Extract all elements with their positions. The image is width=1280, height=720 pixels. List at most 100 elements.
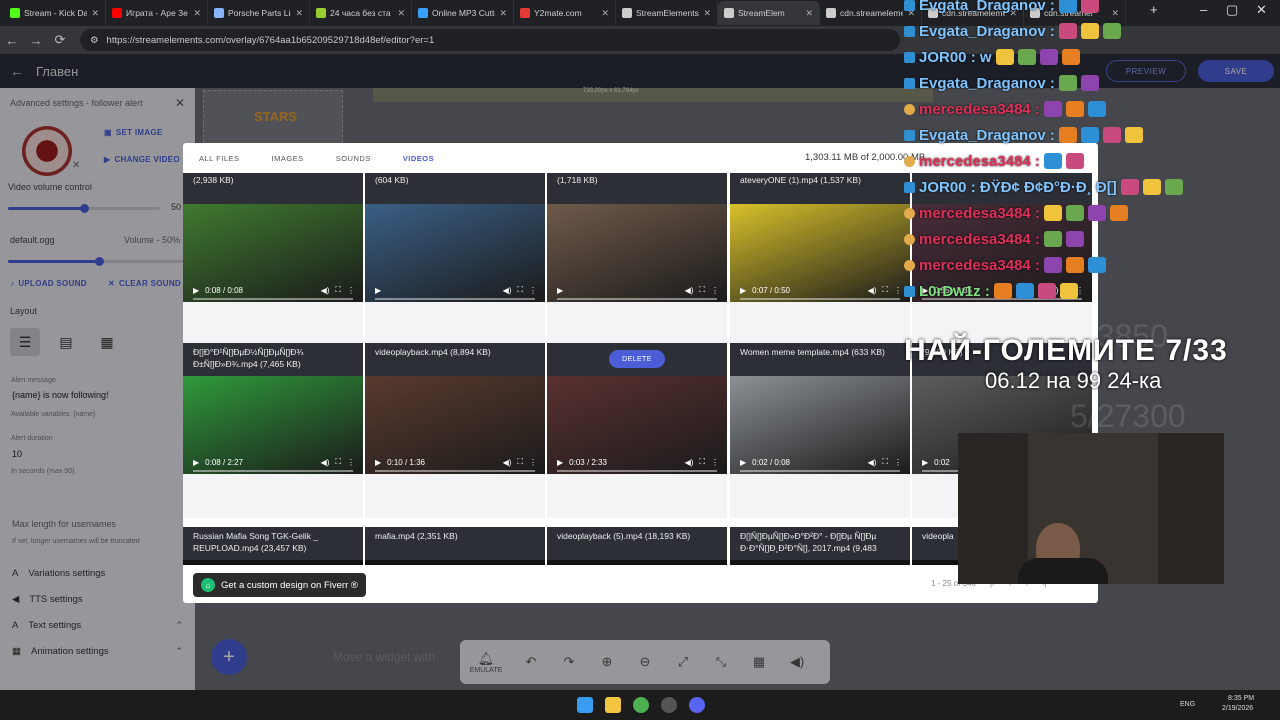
browser-tab[interactable]: Online MP3 Cutte ✕: [412, 1, 514, 25]
video-progress-bar[interactable]: [557, 298, 717, 300]
volume-icon[interactable]: ◀): [685, 286, 694, 295]
video-progress-bar[interactable]: [922, 298, 1082, 300]
file-explorer-icon[interactable]: [605, 697, 621, 713]
video-card[interactable]: Russian Mafia Song TGK-Gelik _ REUPLOAD.…: [183, 527, 363, 565]
browser-tab[interactable]: StreamElem ✕: [718, 1, 820, 25]
browser-tab[interactable]: cdn.streamel ✕: [1024, 1, 1126, 25]
site-info-icon[interactable]: ⚙: [90, 35, 99, 46]
video-thumbnail[interactable]: [730, 560, 910, 565]
language-indicator[interactable]: ENG: [1180, 701, 1195, 708]
video-card[interactable]: (1,718 KB) ▶ ◀) ⛶ ⋮: [547, 173, 727, 346]
play-icon[interactable]: ▶: [375, 458, 381, 467]
close-tab-icon[interactable]: ✕: [397, 8, 405, 19]
video-card[interactable]: Ð[]Ñ[]ÐµÑ[]Ð»Ð°Ð²Ð° - Ð[]Ðµ Ñ[]Ðµ Ð·Ð°Ñ[…: [730, 527, 910, 565]
volume-icon[interactable]: ◀): [868, 286, 877, 295]
video-card[interactable]: Ð[]Ð°Ð¹Ñ[]ÐµÐ½Ñ[]ÐµÑ[]Ð¾ Ð±Ñ[]Ð»Ð¾.mp4 (…: [183, 343, 363, 518]
video-progress-bar[interactable]: [557, 470, 717, 472]
reload-icon[interactable]: ⟳: [48, 32, 72, 48]
more-options-icon[interactable]: ⋮: [894, 286, 902, 295]
volume-icon[interactable]: ◀): [321, 286, 330, 295]
video-card[interactable]: ▶ 0:03 / 2:33 ◀) ⛶ ⋮: [547, 343, 727, 518]
forward-icon[interactable]: →: [24, 33, 48, 48]
discord-icon[interactable]: [689, 697, 705, 713]
close-tab-icon[interactable]: ✕: [499, 8, 507, 19]
maximize-button[interactable]: ▢: [1226, 2, 1238, 18]
tab-images[interactable]: IMAGES: [256, 154, 320, 163]
fullscreen-icon[interactable]: ⛶: [335, 457, 341, 467]
play-icon[interactable]: ▶: [193, 458, 199, 467]
fullscreen-icon[interactable]: ⛶: [517, 457, 523, 467]
browser-tab[interactable]: cdn.streameleme ✕: [922, 1, 1024, 25]
play-icon[interactable]: ▶: [557, 458, 563, 467]
close-tab-icon[interactable]: ✕: [907, 8, 915, 19]
fullscreen-icon[interactable]: ⛶: [699, 285, 705, 295]
clock-time[interactable]: 8:35 PM: [1228, 695, 1254, 702]
browser-tab[interactable]: cdn.streameleme ✕: [820, 1, 922, 25]
video-card[interactable]: videoplayback.mp4 (8,894 KB) ▶ 0:10 / 1:36…: [365, 343, 545, 518]
more-options-icon[interactable]: ⋮: [711, 286, 719, 295]
video-card[interactable]: mafia.mp4 (2,351 KB): [365, 527, 545, 565]
video-progress-bar[interactable]: [193, 470, 353, 472]
close-tab-icon[interactable]: ✕: [295, 8, 303, 19]
browser-tab[interactable]: Stream - Kick Da ✕: [4, 1, 106, 25]
volume-icon[interactable]: ◀): [685, 458, 694, 467]
more-options-icon[interactable]: ⋮: [529, 286, 537, 295]
close-tab-icon[interactable]: ✕: [193, 8, 201, 19]
play-icon[interactable]: ▶: [375, 286, 381, 295]
video-progress-bar[interactable]: [740, 298, 900, 300]
new-tab-button[interactable]: +: [1150, 2, 1158, 17]
video-card[interactable]: ateveryONE (1).mp4 (1,537 KB) ▶ 0:07 / 0:5…: [730, 173, 910, 346]
play-icon[interactable]: ▶: [193, 286, 199, 295]
more-options-icon[interactable]: ⋮: [347, 458, 355, 467]
browser-tab[interactable]: Porsche Parts List ✕: [208, 1, 310, 25]
volume-icon[interactable]: ◀): [1050, 286, 1059, 295]
more-options-icon[interactable]: ⋮: [347, 286, 355, 295]
close-tab-icon[interactable]: ✕: [601, 8, 609, 19]
volume-icon[interactable]: ◀): [503, 286, 512, 295]
video-card[interactable]: Women meme template.mp4 (633 KB) ▶ 0:02 / …: [730, 343, 910, 518]
play-icon[interactable]: ▶: [922, 458, 928, 467]
video-thumbnail[interactable]: [183, 560, 363, 565]
volume-icon[interactable]: ◀): [503, 458, 512, 467]
minimize-button[interactable]: –: [1200, 2, 1207, 17]
video-card[interactable]: videoplayback (5).mp4 (18,193 KB): [547, 527, 727, 565]
video-card[interactable]: (604 KB) ▶ ◀) ⛶ ⋮: [365, 173, 545, 346]
more-options-icon[interactable]: ⋮: [894, 458, 902, 467]
play-icon[interactable]: ▶: [557, 286, 563, 295]
close-tab-icon[interactable]: ✕: [1111, 8, 1119, 19]
video-progress-bar[interactable]: [375, 298, 535, 300]
delete-button[interactable]: DELETE: [609, 350, 665, 368]
tab-all-files[interactable]: ALL FILES: [183, 154, 256, 163]
fullscreen-icon[interactable]: ⛶: [335, 285, 341, 295]
chrome-icon[interactable]: [633, 697, 649, 713]
browser-tab[interactable]: Играта - Ape Зе ✕: [106, 1, 208, 25]
play-icon[interactable]: ▶: [740, 458, 746, 467]
url-input[interactable]: ⚙ https://streamelements.com/overlay/676…: [80, 29, 900, 51]
more-options-icon[interactable]: ⋮: [529, 458, 537, 467]
play-icon[interactable]: ▶: [740, 286, 746, 295]
clock-date[interactable]: 2/19/2026: [1222, 705, 1253, 712]
tab-sounds[interactable]: SOUNDS: [320, 154, 387, 163]
obs-icon[interactable]: [661, 697, 677, 713]
fullscreen-icon[interactable]: ⛶: [517, 285, 523, 295]
video-thumbnail[interactable]: [547, 560, 727, 565]
video-progress-bar[interactable]: [193, 298, 353, 300]
close-icon[interactable]: ✕: [1075, 151, 1086, 167]
browser-tab[interactable]: 24 часа без ста ✕: [310, 1, 412, 25]
close-window-button[interactable]: ✕: [1256, 2, 1267, 18]
video-progress-bar[interactable]: [375, 470, 535, 472]
windows-start-icon[interactable]: [577, 697, 593, 713]
close-tab-icon[interactable]: ✕: [1009, 8, 1017, 19]
video-card[interactable]: (2,938 KB) ▶ 0:08 / 0:08 ◀) ⛶ ⋮: [183, 173, 363, 346]
video-card[interactable]: ▶ 0:55 / 3:35 ◀) ⛶ ⋮: [912, 173, 1092, 346]
fullscreen-icon[interactable]: ⛶: [882, 285, 888, 295]
video-thumbnail[interactable]: [365, 560, 545, 565]
fullscreen-icon[interactable]: ⛶: [882, 457, 888, 467]
close-tab-icon[interactable]: ✕: [805, 8, 813, 19]
volume-icon[interactable]: ◀): [868, 458, 877, 467]
fullscreen-icon[interactable]: ⛶: [699, 457, 705, 467]
browser-tab[interactable]: Y2mate.com ✕: [514, 1, 616, 25]
tab-videos[interactable]: VIDEOS: [387, 154, 450, 163]
fullscreen-icon[interactable]: ⛶: [1064, 285, 1070, 295]
browser-tab[interactable]: StreamElements ✕: [616, 1, 718, 25]
